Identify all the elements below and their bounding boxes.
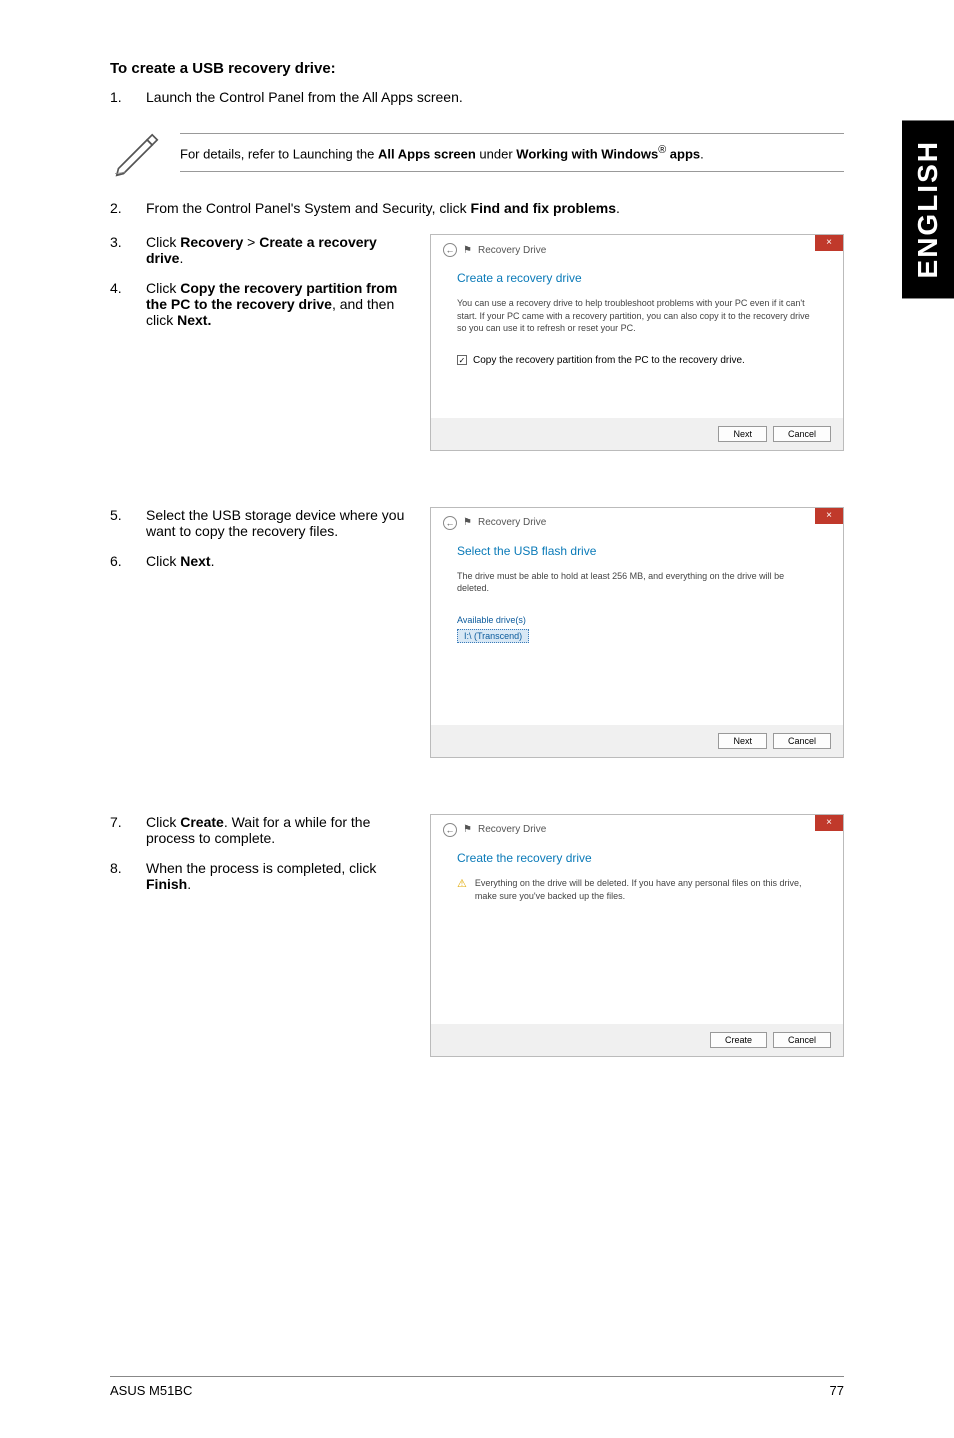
back-icon[interactable]: ← bbox=[443, 243, 457, 257]
page-content: To create a USB recovery drive: 1. Launc… bbox=[0, 0, 954, 1097]
step-2: 2. From the Control Panel's System and S… bbox=[110, 200, 844, 216]
step-6-text: Click Next. bbox=[146, 553, 410, 569]
note-row: For details, refer to Launching the All … bbox=[110, 123, 844, 182]
back-icon[interactable]: ← bbox=[443, 516, 457, 530]
dialog-breadcrumb: Recovery Drive bbox=[478, 517, 546, 528]
drive-item[interactable]: I:\ (Transcend) bbox=[457, 629, 529, 643]
dialog-select-usb-drive: × ← ⚑ Recovery Drive Select the USB flas… bbox=[430, 507, 844, 758]
dialog-header: ← ⚑ Recovery Drive bbox=[431, 508, 843, 538]
section-title: To create a USB recovery drive: bbox=[110, 60, 844, 77]
cancel-button[interactable]: Cancel bbox=[773, 426, 831, 442]
step-8-text: When the process is completed, click Fin… bbox=[146, 860, 410, 892]
step-3-number: 3. bbox=[110, 234, 146, 266]
steps-7-8-block: 7. Click Create. Wait for a while for th… bbox=[110, 814, 844, 1057]
note-text: For details, refer to Launching the All … bbox=[180, 133, 844, 172]
close-icon[interactable]: × bbox=[815, 815, 843, 831]
flag-icon: ⚑ bbox=[463, 245, 472, 256]
cancel-button[interactable]: Cancel bbox=[773, 733, 831, 749]
flag-icon: ⚑ bbox=[463, 824, 472, 835]
dialog-text: The drive must be able to hold at least … bbox=[457, 570, 817, 595]
step-8: 8. When the process is completed, click … bbox=[110, 860, 410, 892]
dialog-header: ← ⚑ Recovery Drive bbox=[431, 815, 843, 845]
copy-partition-checkbox[interactable]: ✓ Copy the recovery partition from the P… bbox=[457, 355, 817, 366]
step-7-text: Click Create. Wait for a while for the p… bbox=[146, 814, 410, 846]
dialog-create-the-recovery-drive: × ← ⚑ Recovery Drive Create the recovery… bbox=[430, 814, 844, 1057]
step-1-number: 1. bbox=[110, 89, 146, 105]
dialog-breadcrumb: Recovery Drive bbox=[478, 824, 546, 835]
next-button[interactable]: Next bbox=[718, 426, 767, 442]
step-5-number: 5. bbox=[110, 507, 146, 539]
next-button[interactable]: Next bbox=[718, 733, 767, 749]
page-footer: ASUS M51BC 77 bbox=[110, 1376, 844, 1398]
step-4: 4. Click Copy the recovery partition fro… bbox=[110, 280, 410, 328]
step-1: 1. Launch the Control Panel from the All… bbox=[110, 89, 844, 105]
flag-icon: ⚑ bbox=[463, 517, 472, 528]
step-2-text: From the Control Panel's System and Secu… bbox=[146, 200, 844, 216]
step-5: 5. Select the USB storage device where y… bbox=[110, 507, 410, 539]
step-4-number: 4. bbox=[110, 280, 146, 328]
close-icon[interactable]: × bbox=[815, 235, 843, 251]
pencil-icon bbox=[110, 123, 180, 182]
step-7-number: 7. bbox=[110, 814, 146, 846]
warning-icon: ⚠ bbox=[457, 877, 467, 890]
steps-5-6-block: 5. Select the USB storage device where y… bbox=[110, 507, 844, 758]
step-3: 3. Click Recovery > Create a recovery dr… bbox=[110, 234, 410, 266]
step-2-number: 2. bbox=[110, 200, 146, 216]
dialog-title: Create a recovery drive bbox=[457, 271, 817, 285]
checkbox-icon: ✓ bbox=[457, 355, 467, 365]
step-6: 6. Click Next. bbox=[110, 553, 410, 569]
step-3-text: Click Recovery > Create a recovery drive… bbox=[146, 234, 410, 266]
footer-page-number: 77 bbox=[830, 1383, 844, 1398]
step-1-text: Launch the Control Panel from the All Ap… bbox=[146, 89, 844, 105]
dialog-text: You can use a recovery drive to help tro… bbox=[457, 297, 817, 335]
dialog-title: Create the recovery drive bbox=[457, 851, 817, 865]
step-6-number: 6. bbox=[110, 553, 146, 569]
sidebar-english-tab: ENGLISH bbox=[902, 120, 954, 298]
steps-3-4-block: 3. Click Recovery > Create a recovery dr… bbox=[110, 234, 844, 451]
checkbox-label: Copy the recovery partition from the PC … bbox=[473, 355, 745, 366]
dialog-title: Select the USB flash drive bbox=[457, 544, 817, 558]
step-4-text: Click Copy the recovery partition from t… bbox=[146, 280, 410, 328]
dialog-header: ← ⚑ Recovery Drive bbox=[431, 235, 843, 265]
close-icon[interactable]: × bbox=[815, 508, 843, 524]
warning-text: Everything on the drive will be deleted.… bbox=[475, 877, 817, 902]
dialog-create-recovery-drive: × ← ⚑ Recovery Drive Create a recovery d… bbox=[430, 234, 844, 451]
dialog-breadcrumb: Recovery Drive bbox=[478, 245, 546, 256]
back-icon[interactable]: ← bbox=[443, 823, 457, 837]
step-8-number: 8. bbox=[110, 860, 146, 892]
create-button[interactable]: Create bbox=[710, 1032, 767, 1048]
footer-product: ASUS M51BC bbox=[110, 1383, 192, 1398]
cancel-button[interactable]: Cancel bbox=[773, 1032, 831, 1048]
step-5-text: Select the USB storage device where you … bbox=[146, 507, 410, 539]
available-drives-label: Available drive(s) bbox=[457, 615, 817, 625]
step-7: 7. Click Create. Wait for a while for th… bbox=[110, 814, 410, 846]
